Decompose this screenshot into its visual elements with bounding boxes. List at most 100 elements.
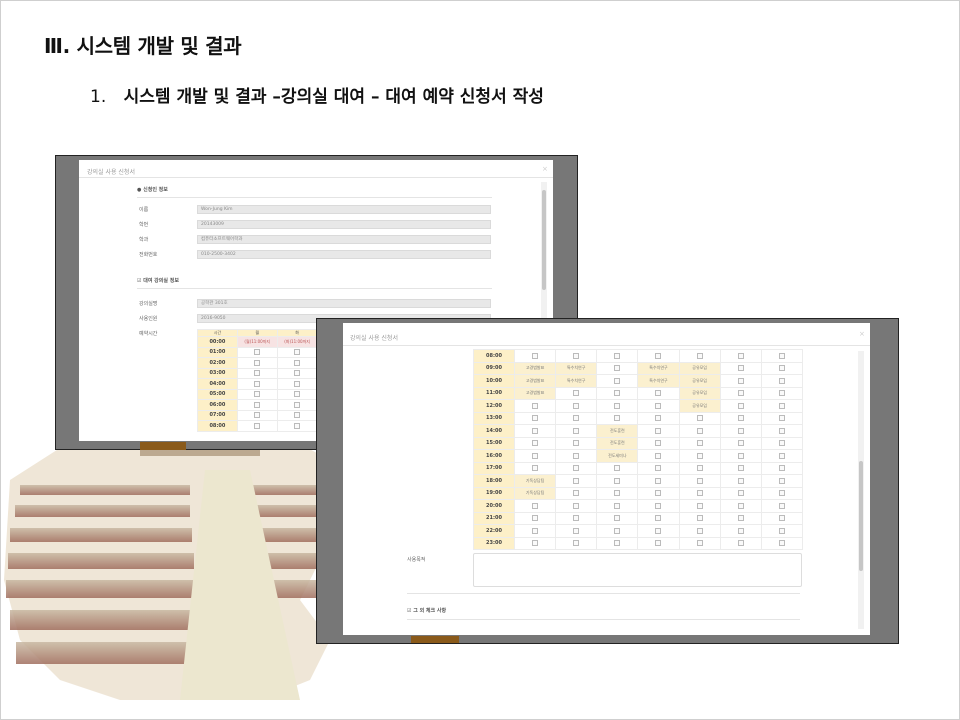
slot-checkbox[interactable] <box>655 465 662 472</box>
slot-checkbox[interactable] <box>573 477 580 484</box>
slot-checkbox[interactable] <box>294 401 301 408</box>
slot-cell[interactable] <box>596 411 639 425</box>
slot-cell[interactable] <box>276 367 318 379</box>
slot-checkbox[interactable] <box>737 527 744 534</box>
slot-checkbox[interactable] <box>254 349 261 356</box>
slot-cell[interactable] <box>760 499 804 513</box>
slot-cell[interactable] <box>719 374 762 388</box>
slot-checkbox[interactable] <box>573 502 580 509</box>
slot-checkbox[interactable] <box>655 352 662 359</box>
slot-checkbox[interactable] <box>573 465 580 472</box>
slot-cell[interactable] <box>719 536 762 550</box>
slot-cell[interactable] <box>276 378 318 390</box>
slot-checkbox[interactable] <box>737 477 744 484</box>
slot-checkbox[interactable] <box>614 477 621 484</box>
slot-checkbox[interactable] <box>778 440 785 447</box>
slot-checkbox[interactable] <box>532 502 539 509</box>
slot-checkbox[interactable] <box>655 415 662 422</box>
slot-cell[interactable] <box>678 449 721 463</box>
slot-checkbox[interactable] <box>294 391 301 398</box>
slot-checkbox[interactable] <box>532 352 539 359</box>
slot-checkbox[interactable] <box>778 502 785 509</box>
slot-checkbox[interactable] <box>778 515 785 522</box>
slot-checkbox[interactable] <box>778 490 785 497</box>
slot-checkbox[interactable] <box>696 465 703 472</box>
slot-cell[interactable] <box>719 461 762 475</box>
slot-checkbox[interactable] <box>778 427 785 434</box>
slot-checkbox[interactable] <box>696 490 703 497</box>
slot-cell[interactable] <box>678 499 721 513</box>
slot-checkbox[interactable] <box>294 349 301 356</box>
slot-checkbox[interactable] <box>737 540 744 547</box>
slot-checkbox[interactable] <box>614 365 621 372</box>
slot-checkbox[interactable] <box>655 402 662 409</box>
slot-checkbox[interactable] <box>573 352 580 359</box>
close-icon[interactable]: × <box>859 330 865 338</box>
slot-checkbox[interactable] <box>696 477 703 484</box>
slot-checkbox[interactable] <box>778 527 785 534</box>
purpose-textarea[interactable] <box>473 553 802 587</box>
slot-checkbox[interactable] <box>737 515 744 522</box>
slot-cell[interactable] <box>236 420 278 432</box>
slot-cell[interactable] <box>719 349 762 363</box>
slot-checkbox[interactable] <box>254 359 261 366</box>
slot-cell[interactable] <box>555 474 598 488</box>
slot-checkbox[interactable] <box>696 540 703 547</box>
slot-cell[interactable] <box>276 388 318 400</box>
slot-checkbox[interactable] <box>614 515 621 522</box>
slot-cell[interactable] <box>555 411 598 425</box>
slot-cell[interactable] <box>596 461 639 475</box>
slot-cell[interactable] <box>678 436 721 450</box>
slot-cell[interactable] <box>513 436 557 450</box>
slot-cell[interactable] <box>760 486 804 500</box>
slot-checkbox[interactable] <box>573 515 580 522</box>
slot-checkbox[interactable] <box>696 415 703 422</box>
slot-checkbox[interactable] <box>614 415 621 422</box>
slot-checkbox[interactable] <box>737 502 744 509</box>
slot-checkbox[interactable] <box>696 440 703 447</box>
slot-cell[interactable] <box>760 374 804 388</box>
slot-cell[interactable] <box>719 524 762 538</box>
slot-cell[interactable] <box>555 424 598 438</box>
slot-cell[interactable] <box>637 536 680 550</box>
slot-cell[interactable] <box>555 511 598 525</box>
slot-cell[interactable] <box>678 349 721 363</box>
slot-cell[interactable] <box>513 424 557 438</box>
slot-cell[interactable] <box>555 436 598 450</box>
slot-checkbox[interactable] <box>614 377 621 384</box>
slot-cell[interactable] <box>719 486 762 500</box>
slot-cell[interactable] <box>276 357 318 369</box>
slot-checkbox[interactable] <box>532 527 539 534</box>
slot-cell[interactable] <box>637 424 680 438</box>
slot-checkbox[interactable] <box>614 390 621 397</box>
slot-cell[interactable] <box>760 524 804 538</box>
slot-cell[interactable] <box>719 361 762 375</box>
slot-cell[interactable] <box>719 411 762 425</box>
slot-checkbox[interactable] <box>573 415 580 422</box>
slot-checkbox[interactable] <box>655 527 662 534</box>
slot-cell[interactable] <box>637 474 680 488</box>
slot-checkbox[interactable] <box>532 415 539 422</box>
student-id-field[interactable]: 20143009 <box>197 220 491 229</box>
slot-checkbox[interactable] <box>294 380 301 387</box>
slot-cell[interactable] <box>276 420 318 432</box>
slot-checkbox[interactable] <box>737 365 744 372</box>
slot-checkbox[interactable] <box>778 377 785 384</box>
slot-checkbox[interactable] <box>573 427 580 434</box>
slot-checkbox[interactable] <box>294 370 301 377</box>
slot-checkbox[interactable] <box>737 440 744 447</box>
slot-checkbox[interactable] <box>696 502 703 509</box>
slot-cell[interactable] <box>555 536 598 550</box>
slot-cell[interactable] <box>719 474 762 488</box>
slot-checkbox[interactable] <box>532 440 539 447</box>
slot-cell[interactable] <box>513 349 557 363</box>
slot-cell[interactable] <box>719 499 762 513</box>
slot-cell[interactable] <box>760 536 804 550</box>
slot-checkbox[interactable] <box>294 422 301 429</box>
close-icon[interactable]: × <box>542 165 548 173</box>
slot-checkbox[interactable] <box>254 412 261 419</box>
slot-cell[interactable] <box>236 346 278 358</box>
slot-cell[interactable] <box>555 386 598 400</box>
slot-cell[interactable] <box>760 424 804 438</box>
slot-checkbox[interactable] <box>532 540 539 547</box>
